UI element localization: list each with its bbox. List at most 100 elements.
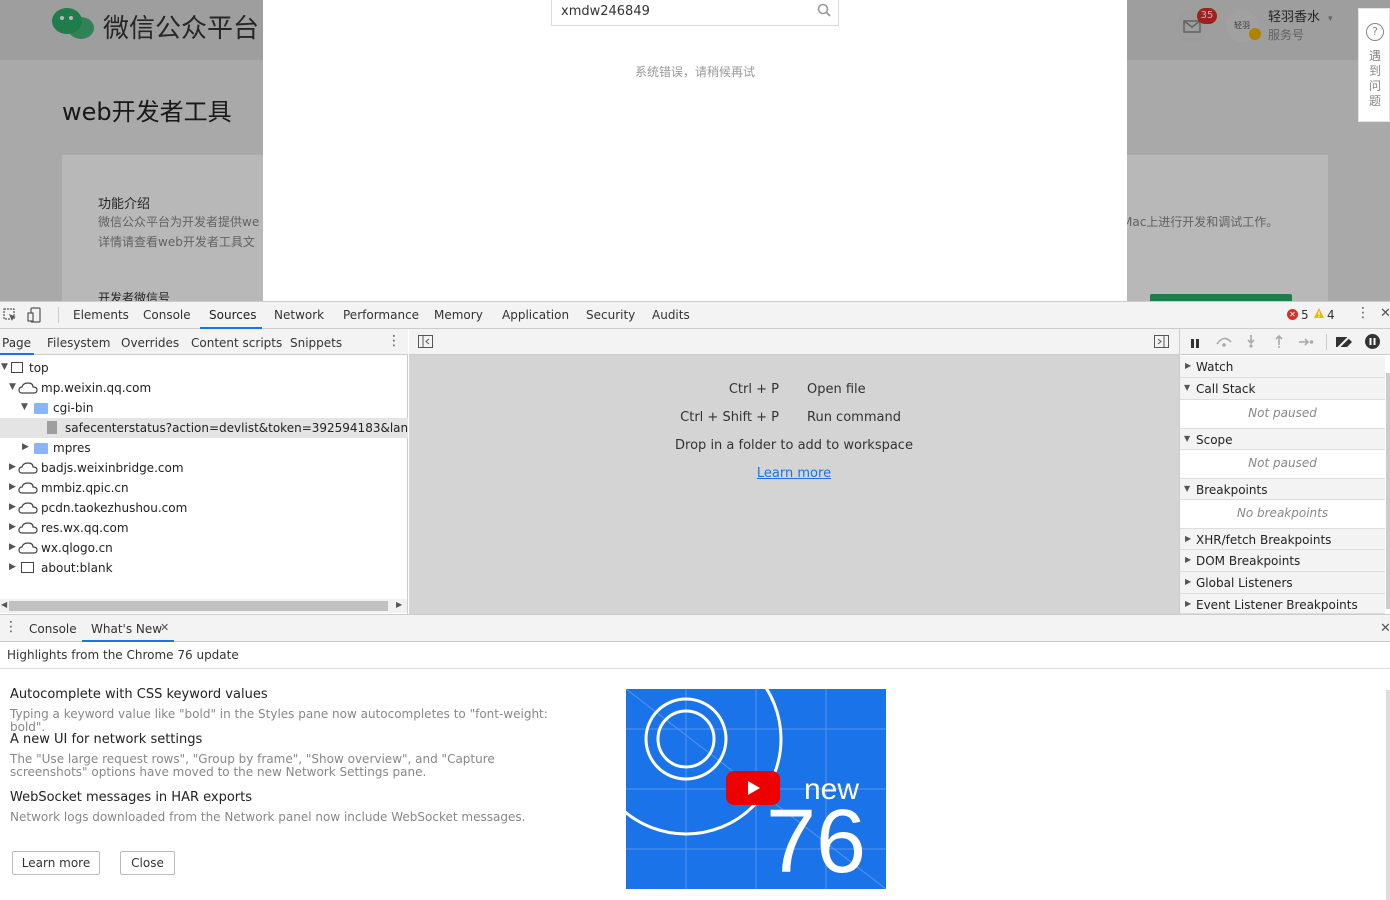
warning-icon[interactable] — [1313, 307, 1325, 322]
chevron-down-icon[interactable]: ▼ — [1, 362, 8, 372]
tree-item-folder[interactable]: cgi-bin — [53, 401, 93, 415]
chevron-right-icon[interactable]: ▶ — [9, 562, 16, 572]
event-listener-breakpoints-section-header[interactable]: ▶ Event Listener Breakpoints — [1180, 594, 1385, 614]
chevron-right-icon[interactable]: ▶ — [22, 442, 29, 452]
section-label: Call Stack — [1196, 382, 1256, 396]
error-icon[interactable]: ✕ — [1287, 309, 1298, 320]
editor-placeholder: Ctrl + P Open file Ctrl + Shift + P Run … — [409, 329, 1179, 614]
tree-item-folder[interactable]: mpres — [53, 441, 91, 455]
section-label: Watch — [1196, 360, 1234, 374]
section-label: Global Listeners — [1196, 576, 1293, 590]
tab-sources[interactable]: Sources — [209, 308, 256, 322]
devtools-tabbar: Elements Console Sources Network Perform… — [0, 301, 1390, 329]
search-icon[interactable] — [817, 3, 831, 21]
nav-tab-content-scripts[interactable]: Content scripts — [191, 336, 282, 350]
chevron-right-icon[interactable]: ▶ — [9, 502, 16, 512]
section-label: Event Listener Breakpoints — [1196, 598, 1358, 612]
chevron-left-icon[interactable]: ◀ — [1, 600, 7, 609]
navigator-tabbar: Page Filesystem Overrides Content script… — [0, 329, 408, 355]
step-out-icon[interactable] — [1274, 334, 1284, 351]
chevron-right-icon[interactable]: ▶ — [9, 522, 16, 532]
chevron-right-icon: ▶ — [1185, 361, 1192, 370]
nav-tab-overrides[interactable]: Overrides — [121, 336, 179, 350]
drawer-tab-console[interactable]: Console — [29, 622, 77, 636]
inspect-element-icon[interactable] — [3, 308, 17, 325]
cloud-icon — [18, 501, 38, 518]
feature-description: The "Use large request rows", "Group by … — [10, 752, 495, 779]
warning-count[interactable]: 4 — [1327, 308, 1335, 322]
tab-application[interactable]: Application — [502, 308, 569, 322]
tree-item-file[interactable]: safecenterstatus?action=devlist&token=39… — [65, 421, 408, 435]
chevron-right-icon[interactable]: ▶ — [9, 542, 16, 552]
sidebar-scrollbar[interactable] — [1386, 373, 1390, 609]
breakpoints-section-header[interactable]: ▼ Breakpoints — [1180, 478, 1385, 500]
global-listeners-section-header[interactable]: ▶ Global Listeners — [1180, 572, 1385, 594]
toggle-navigator-icon[interactable] — [418, 335, 433, 351]
section-label: DOM Breakpoints — [1196, 554, 1301, 568]
toggle-debugger-icon[interactable] — [1154, 335, 1169, 351]
divider — [1326, 334, 1327, 350]
tab-security[interactable]: Security — [586, 308, 635, 322]
chevron-right-icon: ▶ — [1185, 555, 1192, 564]
help-widget[interactable]: ? 遇到问题 — [1358, 8, 1390, 122]
tree-item-domain[interactable]: mmbiz.qpic.cn — [41, 481, 129, 495]
drawer-scrollbar[interactable] — [1386, 690, 1390, 900]
chevron-right-icon: ▶ — [1185, 534, 1192, 543]
question-icon: ? — [1366, 23, 1384, 41]
nav-more-icon[interactable]: ⋮ — [387, 333, 401, 349]
horizontal-scrollbar[interactable]: ◀ ▶ — [0, 599, 407, 613]
tree-item-domain[interactable]: res.wx.qq.com — [41, 521, 129, 535]
device-toolbar-icon[interactable] — [27, 307, 43, 326]
tree-item-frame[interactable]: about:blank — [41, 561, 113, 575]
search-value: xmdw246849 — [561, 4, 650, 19]
chevron-right-icon[interactable]: ▶ — [396, 600, 402, 609]
chevron-down-icon[interactable]: ▼ — [9, 382, 16, 392]
xhr-breakpoints-section-header[interactable]: ▶ XHR/fetch Breakpoints — [1180, 528, 1385, 550]
nav-tab-page[interactable]: Page — [2, 336, 31, 350]
close-button[interactable]: Close — [120, 851, 175, 875]
step-over-icon[interactable] — [1215, 335, 1233, 350]
tree-item-domain[interactable]: pcdn.taokezhushou.com — [41, 501, 187, 515]
tab-audits[interactable]: Audits — [652, 308, 690, 322]
nav-tab-filesystem[interactable]: Filesystem — [47, 336, 110, 350]
scope-section-header[interactable]: ▼ Scope — [1180, 428, 1385, 450]
pause-icon[interactable] — [1190, 337, 1200, 351]
editor-toolbar — [409, 329, 1179, 355]
tree-item-domain[interactable]: mp.weixin.qq.com — [41, 381, 151, 395]
watch-section-header[interactable]: ▶ Watch — [1180, 356, 1385, 378]
close-devtools-icon[interactable]: ✕ — [1380, 306, 1390, 321]
close-drawer-icon[interactable]: ✕ — [1380, 621, 1390, 636]
tab-console[interactable]: Console — [143, 308, 191, 322]
call-stack-section-header[interactable]: ▼ Call Stack — [1180, 378, 1385, 400]
learn-more-button[interactable]: Learn more — [12, 851, 100, 875]
chrome-76-video-thumbnail[interactable]: new 76 — [626, 689, 886, 889]
step-into-icon[interactable] — [1246, 334, 1256, 351]
drawer-menu-icon[interactable]: ⋮ — [4, 619, 18, 635]
tree-item-domain[interactable]: wx.qlogo.cn — [41, 541, 113, 555]
chevron-right-icon[interactable]: ▶ — [9, 462, 16, 472]
nav-tab-snippets[interactable]: Snippets — [290, 336, 342, 350]
frame-icon — [21, 562, 34, 573]
close-tab-icon[interactable]: ✕ — [160, 621, 169, 634]
pause-on-exceptions-icon[interactable] — [1365, 334, 1380, 349]
chevron-right-icon[interactable]: ▶ — [9, 482, 16, 492]
drawer-tab-whats-new[interactable]: What's New — [91, 622, 162, 636]
deactivate-breakpoints-icon[interactable] — [1335, 335, 1353, 352]
tree-item-top[interactable]: top — [29, 361, 49, 375]
tab-memory[interactable]: Memory — [434, 308, 483, 322]
error-count[interactable]: 5 — [1301, 308, 1309, 322]
tab-performance[interactable]: Performance — [343, 308, 419, 322]
tab-elements[interactable]: Elements — [73, 308, 129, 322]
learn-more-link[interactable]: Learn more — [409, 466, 1179, 481]
drawer-tabbar: ⋮ Console What's New ✕ ✕ — [0, 614, 1390, 642]
search-input[interactable]: xmdw246849 — [551, 0, 839, 26]
step-icon[interactable] — [1298, 336, 1314, 350]
tab-network[interactable]: Network — [274, 308, 324, 322]
more-menu-icon[interactable]: ⋮ — [1356, 305, 1370, 321]
chevron-down-icon: ▼ — [1184, 383, 1191, 392]
file-navigator: ▼ top ▼ mp.weixin.qq.com ▼ cgi-bin safec… — [0, 355, 408, 614]
chevron-down-icon[interactable]: ▼ — [21, 402, 28, 412]
scrollbar-thumb[interactable] — [9, 601, 388, 611]
tree-item-domain[interactable]: badjs.weixinbridge.com — [41, 461, 184, 475]
dom-breakpoints-section-header[interactable]: ▶ DOM Breakpoints — [1180, 550, 1385, 572]
